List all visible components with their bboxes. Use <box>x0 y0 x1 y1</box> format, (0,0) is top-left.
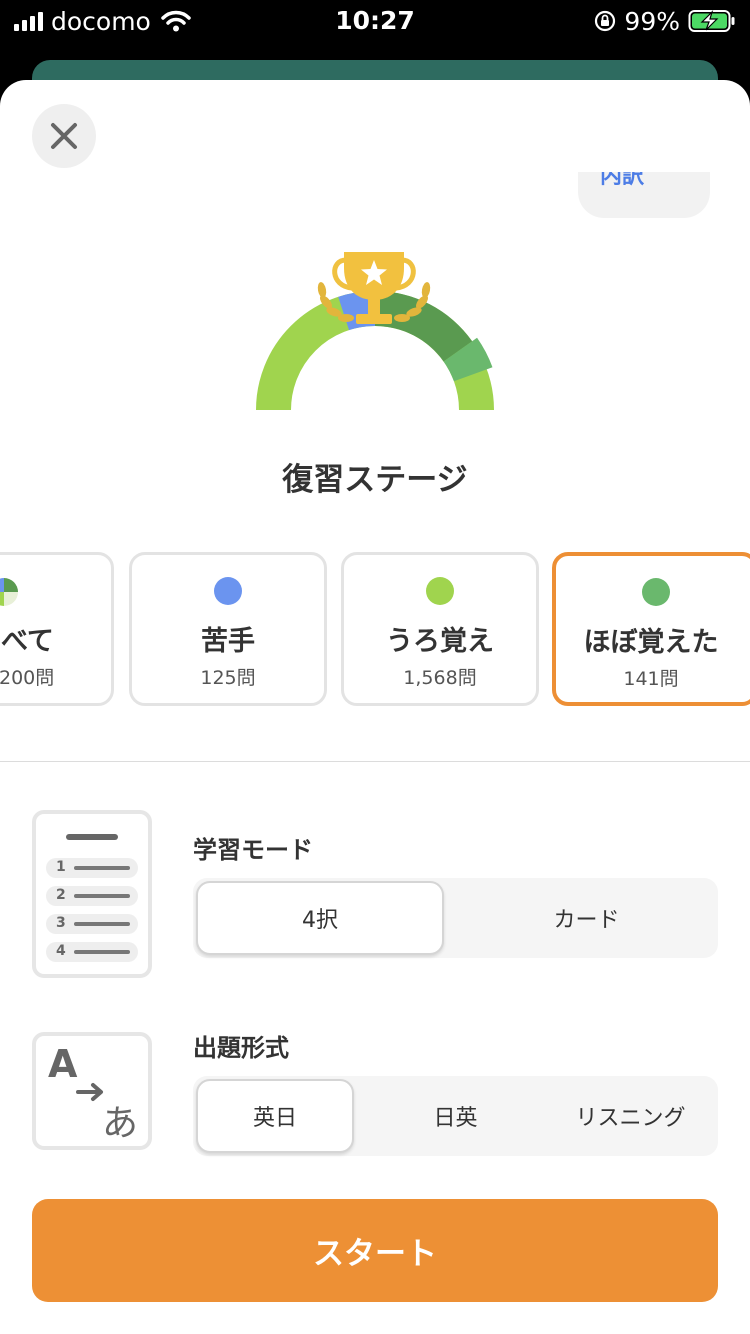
choice-row: 4 <box>46 942 138 962</box>
choice-row-number: 1 <box>56 859 66 875</box>
choice-row-number: 3 <box>56 915 66 931</box>
breakdown-label: 内訳 <box>600 172 645 189</box>
format-option-ja-en[interactable]: 日英 <box>368 1076 543 1156</box>
stage-title: 復習ステージ <box>282 462 468 498</box>
question-format-label: 出題形式 <box>193 1034 289 1062</box>
choice-row-line <box>74 922 130 926</box>
choice-row: 1 <box>46 858 138 878</box>
choice-row: 3 <box>46 914 138 934</box>
stage-name-weak: 苦手 <box>201 626 255 657</box>
translate-source-letter: A <box>48 1042 78 1086</box>
stage-name-all: べて <box>1 626 54 657</box>
stage-name-vague: うろ覚え <box>386 626 494 657</box>
translate-target-letter: あ <box>102 1103 139 1144</box>
status-bar: docomo 10:27 99% <box>0 0 750 42</box>
choice-row-number: 4 <box>56 943 66 959</box>
stage-count-vague: 1,568問 <box>403 667 477 689</box>
format-option-en-ja[interactable]: 英日 <box>196 1079 354 1153</box>
question-format-segmented: 英日 日英 リスニング <box>193 1076 718 1156</box>
vague-dot-icon <box>426 577 454 605</box>
battery-percent: 99% <box>624 6 680 36</box>
stage-count-all: 200問 <box>0 667 55 689</box>
close-icon <box>51 123 77 149</box>
format-option-listening[interactable]: リスニング <box>543 1076 718 1156</box>
review-sheet: 内訳 復習ステージ べて 200問 苦手 125問 うろ覚え 1,568問 ほぼ… <box>0 80 750 1334</box>
almost-dot-icon <box>642 578 670 606</box>
battery-charging-icon <box>688 9 735 32</box>
choice-row-line <box>74 950 130 954</box>
all-stages-dot-icon <box>0 578 18 606</box>
stage-name-almost: ほぼ覚えた <box>583 627 719 658</box>
stage-card-vague[interactable]: うろ覚え 1,568問 <box>341 552 539 706</box>
choice-row-number: 2 <box>56 887 66 903</box>
start-button[interactable]: スタート <box>32 1199 718 1302</box>
stage-card-all[interactable]: べて 200問 <box>0 552 114 706</box>
close-button[interactable] <box>32 104 96 168</box>
divider <box>0 761 750 762</box>
choice-row-line <box>74 894 130 898</box>
trophy-icon <box>317 252 431 324</box>
stage-count-weak: 125問 <box>200 667 256 689</box>
study-mode-label: 学習モード <box>193 836 313 864</box>
breakdown-button[interactable]: 内訳 <box>578 172 710 218</box>
stage-count-almost: 141問 <box>623 668 679 690</box>
stage-card-weak[interactable]: 苦手 125問 <box>129 552 327 706</box>
study-mode-segmented: 4択 カード <box>193 878 718 958</box>
mode-option-choice[interactable]: 4択 <box>196 881 444 955</box>
choice-row: 2 <box>46 886 138 906</box>
choice-row-line <box>74 866 130 870</box>
mode-option-card[interactable]: カード <box>455 878 718 958</box>
translate-icon: A あ <box>32 1032 152 1150</box>
weak-dot-icon <box>214 577 242 605</box>
rotation-lock-icon <box>595 10 616 32</box>
choice-list-icon: 1 2 3 4 <box>32 810 152 978</box>
stage-card-almost[interactable]: ほぼ覚えた 141問 <box>552 552 750 706</box>
